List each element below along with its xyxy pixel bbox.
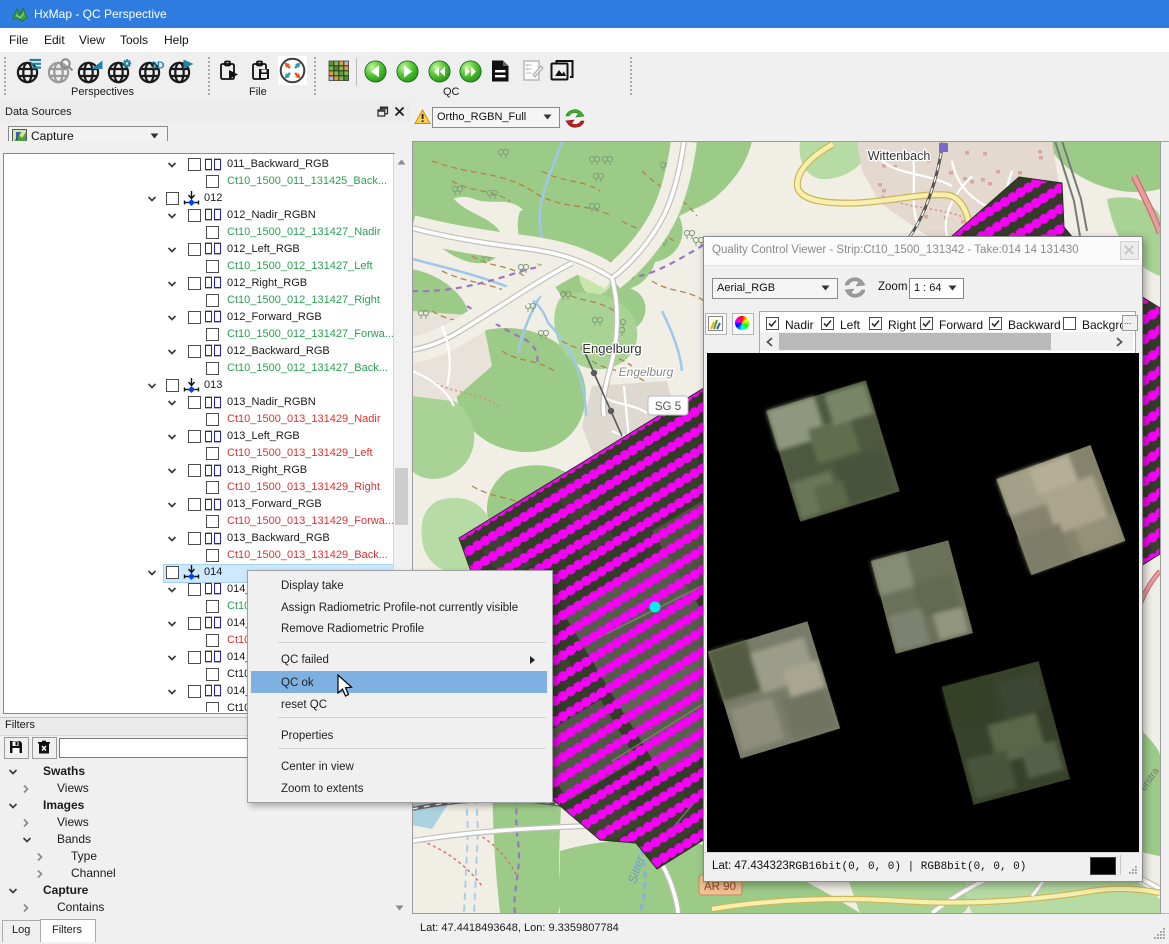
svg-text:AR 90: AR 90	[704, 881, 736, 893]
svg-text:Engelburg: Engelburg	[582, 341, 641, 356]
svg-text:SG 5: SG 5	[655, 401, 681, 413]
svg-text:Engelburg: Engelburg	[619, 365, 674, 379]
svg-text:Wittenbach: Wittenbach	[868, 149, 931, 163]
